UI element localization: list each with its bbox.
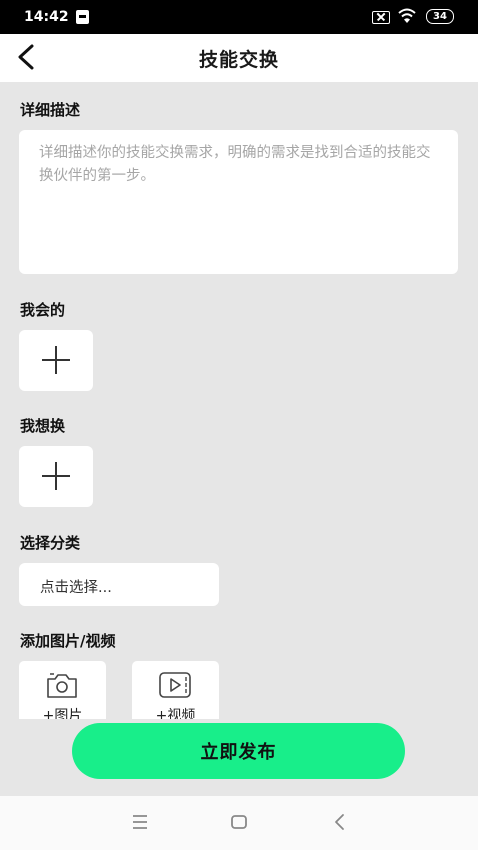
add-video-button[interactable]: +视频 bbox=[132, 661, 219, 719]
app-header: 技能交换 bbox=[0, 34, 478, 82]
status-time: 14:42 bbox=[24, 9, 69, 25]
publish-button[interactable]: 立即发布 bbox=[72, 723, 405, 779]
camera-icon bbox=[47, 673, 77, 698]
add-image-button[interactable]: +图片 bbox=[19, 661, 106, 719]
menu-icon[interactable] bbox=[128, 810, 152, 834]
page-title: 技能交换 bbox=[198, 49, 279, 71]
skills-have-label: 我会的 bbox=[20, 301, 66, 319]
add-image-label: +图片 bbox=[42, 708, 83, 719]
media-label: 添加图片/视频 bbox=[20, 632, 116, 650]
skills-want-label: 我想换 bbox=[20, 417, 66, 435]
add-video-label: +视频 bbox=[155, 708, 196, 719]
system-nav-bar bbox=[0, 796, 478, 850]
add-skill-want-button[interactable] bbox=[19, 446, 93, 507]
video-icon bbox=[159, 672, 191, 698]
wifi-icon bbox=[398, 8, 416, 23]
plus-icon bbox=[42, 462, 70, 490]
sim-card-icon bbox=[76, 10, 89, 24]
battery-icon: 34 bbox=[426, 9, 454, 24]
category-select-value: 点击选择... bbox=[40, 580, 112, 596]
no-sim-icon bbox=[372, 11, 390, 24]
description-input[interactable] bbox=[39, 142, 440, 262]
plus-icon bbox=[42, 346, 70, 374]
description-box bbox=[19, 130, 458, 274]
back-chevron-icon[interactable] bbox=[328, 810, 352, 834]
add-skill-have-button[interactable] bbox=[19, 330, 93, 391]
description-label: 详细描述 bbox=[20, 101, 81, 119]
status-bar: 14:42 34 bbox=[0, 0, 478, 34]
home-square-icon[interactable] bbox=[227, 810, 251, 834]
category-select[interactable]: 点击选择... bbox=[19, 563, 219, 606]
category-label: 选择分类 bbox=[20, 534, 81, 552]
